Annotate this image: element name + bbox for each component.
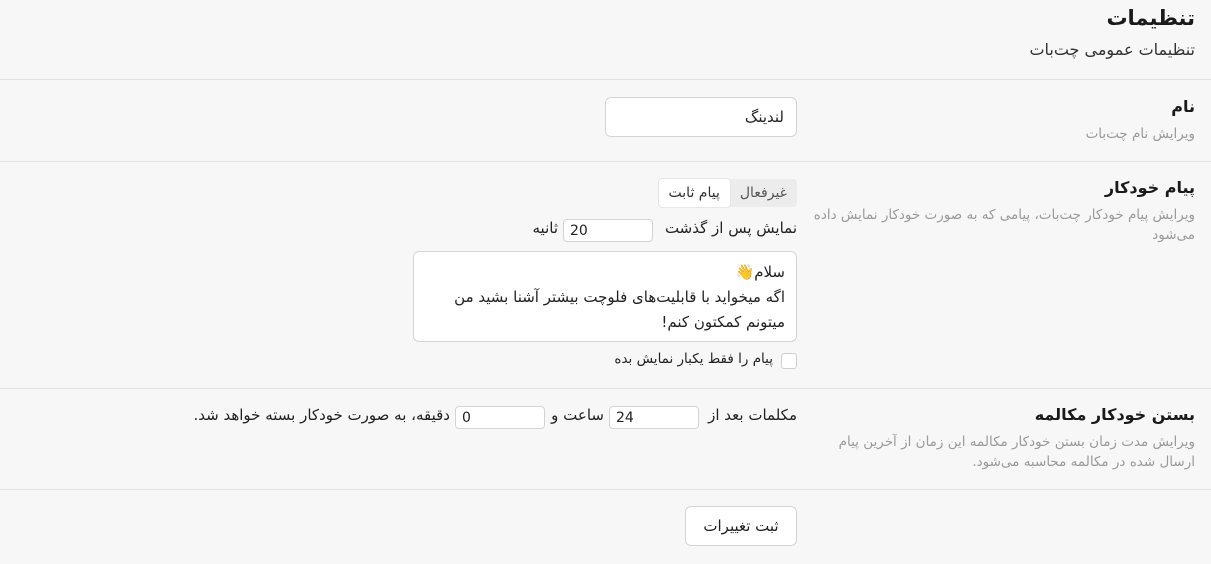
auto-message-title: پیام خودکار <box>1104 178 1195 197</box>
delay-prefix-label: نمایش پس از گذشت <box>664 219 797 237</box>
delay-seconds-input[interactable]: 20 <box>563 219 653 242</box>
minutes-input[interactable]: 0 <box>455 406 545 429</box>
divider <box>0 388 1211 389</box>
name-section-description: ویرایش نام چت‌بات <box>1085 126 1195 142</box>
auto-close-title: بستن خودکار مکالمه <box>1034 405 1195 424</box>
chatbot-name-input[interactable]: لندینگ <box>605 97 797 137</box>
show-once-checkbox[interactable] <box>781 353 797 369</box>
hours-input[interactable]: 24 <box>609 406 699 429</box>
auto-message-textarea[interactable]: سلام👋 اگه میخواید با قابلیت‌های فلوچت بی… <box>413 251 797 342</box>
save-changes-button[interactable]: ثبت تغییرات <box>685 506 797 546</box>
hours-label: ساعت و <box>551 406 604 424</box>
chatbot-name-value: لندینگ <box>744 108 784 126</box>
auto-close-text-after: دقیقه، به صورت خودکار بسته خواهد شد. <box>193 406 451 424</box>
delay-suffix-label: ثانیه <box>532 219 559 237</box>
auto-message-description: ویرایش پیام خودکار چت‌بات، پیامی که به ص… <box>813 207 1195 243</box>
tab-fixed-message[interactable]: پیام ثابت <box>658 179 730 207</box>
divider <box>0 161 1211 162</box>
message-line: میتونم کمکتون کنم! <box>661 313 785 331</box>
auto-close-text-before: مکلمات بعد از <box>708 406 797 424</box>
show-once-label: پیام را فقط یکبار نمایش بده <box>614 351 773 367</box>
auto-close-description: ویرایش مدت زمان بستن خودکار مکالمه این ز… <box>838 434 1195 470</box>
divider <box>0 489 1211 490</box>
message-line: سلام👋 <box>735 263 785 281</box>
message-line: اگه میخواید با قابلیت‌های فلوچت بیشتر آش… <box>454 288 785 306</box>
auto-message-mode-tabs: غیرفعال پیام ثابت <box>658 179 797 207</box>
divider <box>0 79 1211 80</box>
name-section-title: نام <box>1171 97 1195 116</box>
page-title: تنظیمات <box>1106 6 1195 30</box>
tab-disabled[interactable]: غیرفعال <box>730 179 797 207</box>
page-subtitle: تنظیمات عمومی چت‌بات <box>1029 40 1195 59</box>
